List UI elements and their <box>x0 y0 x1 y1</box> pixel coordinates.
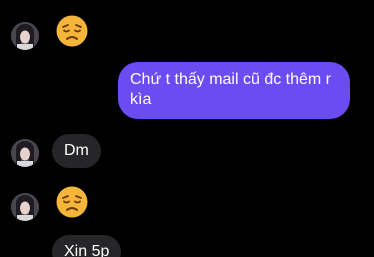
message-text: Chứ t thấy mail cũ đc thêm r kìa <box>130 71 331 108</box>
chat-thread: Chứ t thấy mail cũ đc thêm r kìa Dm Xin … <box>0 0 374 257</box>
disappointed-face-emoji <box>55 14 89 48</box>
incoming-message-bubble[interactable]: Xin 5p <box>52 235 122 257</box>
disappointed-face-emoji <box>55 185 89 219</box>
contact-avatar[interactable] <box>11 193 39 221</box>
outgoing-message-bubble[interactable]: Chứ t thấy mail cũ đc thêm r kìa <box>118 62 350 119</box>
contact-avatar[interactable] <box>11 139 39 167</box>
contact-avatar[interactable] <box>11 22 39 50</box>
message-text: Dm <box>64 142 89 159</box>
message-text: Xin 5p <box>64 243 110 257</box>
incoming-message-bubble[interactable]: Dm <box>52 134 101 168</box>
